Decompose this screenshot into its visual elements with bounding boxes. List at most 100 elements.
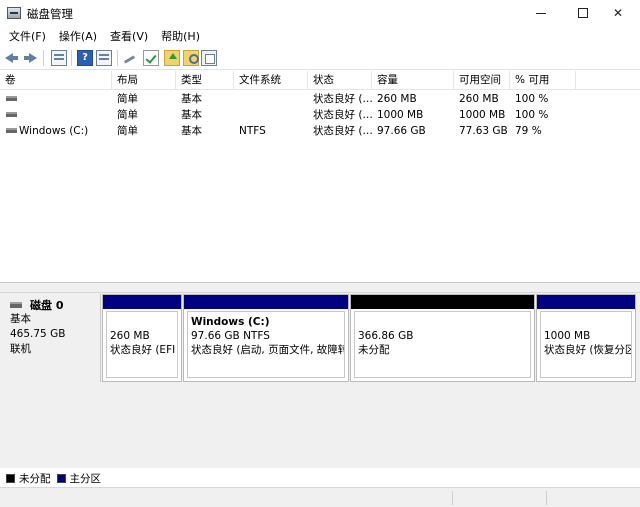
cell-volume (14, 107, 112, 123)
partition-size: 97.66 GB NTFS (191, 330, 270, 342)
column-volume[interactable]: 卷 (0, 71, 112, 90)
minimize-button[interactable] (518, 0, 564, 26)
cell-capacity: 260 MB (377, 93, 417, 105)
cell-percent-free: 100 % (515, 93, 549, 105)
title-bar: 磁盘管理 ✕ (0, 0, 640, 26)
menu-help[interactable]: 帮助(H) (161, 28, 200, 44)
status-separator (546, 491, 547, 505)
legend-swatch-primary (56, 473, 66, 483)
partition-status: 状态良好 (启动, 页面文件, 故障转 (191, 344, 344, 356)
cell-layout: 简单 (117, 125, 138, 137)
partition-size: 260 MB (110, 330, 150, 342)
disk-name: 磁盘 0 (30, 299, 64, 312)
table-row[interactable]: Windows (C:) 简单 基本 NTFS 状态良好 (… 97.66 GB… (0, 123, 640, 139)
partition-status: 未分配 (358, 344, 390, 356)
menu-bar: 文件(F) 操作(A) 查看(V) 帮助(H) (0, 26, 640, 46)
cell-percent-free: 79 % (515, 125, 542, 137)
help-icon[interactable]: ? (77, 50, 93, 66)
table-row[interactable]: 简单 基本 状态良好 (… 260 MB 260 MB 100 % (0, 91, 640, 107)
legend-label-primary: 主分区 (69, 472, 102, 485)
cell-capacity: 97.66 GB (377, 125, 426, 137)
partition-title (110, 315, 177, 329)
partition-efi[interactable]: 260 MB 状态良好 (EFI 系 (102, 294, 182, 382)
partition-title (358, 315, 530, 329)
column-type[interactable]: 类型 (176, 71, 234, 90)
disk-graphical-view: 磁盘 0 基本 465.75 GB 联机 260 MB 状态良好 (EFI 系 … (0, 293, 640, 468)
disk-type: 基本 (10, 313, 31, 325)
cell-layout: 简单 (117, 109, 138, 121)
menu-file[interactable]: 文件(F) (9, 28, 46, 44)
volume-list: 卷 布局 类型 文件系统 状态 容量 可用空间 % 可用 简单 基本 状态良好 … (0, 71, 640, 283)
column-percent-free[interactable]: % 可用 (510, 71, 576, 90)
cell-percent-free: 100 % (515, 109, 549, 121)
status-separator (452, 491, 453, 505)
partition-bar (537, 295, 635, 309)
partition-title (544, 315, 631, 329)
cell-type: 基本 (181, 125, 202, 137)
cell-capacity: 1000 MB (377, 109, 424, 121)
column-status[interactable]: 状态 (308, 71, 372, 90)
disk-management-icon (7, 7, 21, 19)
column-free-space[interactable]: 可用空间 (454, 71, 510, 90)
toolbar: ? (0, 46, 640, 70)
partition-status: 状态良好 (EFI 系 (110, 344, 177, 356)
toolbar-separator (43, 50, 44, 66)
table-row[interactable]: 简单 基本 状态良好 (… 1000 MB 1000 MB 100 % (0, 107, 640, 123)
menu-view[interactable]: 查看(V) (110, 28, 148, 44)
column-capacity[interactable]: 容量 (372, 71, 454, 90)
partition-status: 状态良好 (恢复分区 (544, 344, 631, 356)
cell-type: 基本 (181, 93, 202, 105)
cell-filesystem (234, 107, 308, 123)
cell-volume (14, 91, 112, 107)
minimize-icon (536, 12, 546, 14)
check-disk-icon[interactable] (143, 50, 159, 66)
column-layout[interactable]: 布局 (112, 71, 176, 90)
maximize-icon (578, 8, 588, 18)
cell-filesystem: NTFS (239, 125, 266, 137)
column-filesystem[interactable]: 文件系统 (234, 71, 308, 90)
legend-swatch-unallocated (6, 473, 15, 483)
partition-windows-c[interactable]: Windows (C:) 97.66 GB NTFS 状态良好 (启动, 页面文… (183, 294, 349, 382)
cell-free-space: 77.63 GB (459, 125, 508, 137)
properties-icon[interactable] (201, 50, 217, 66)
toolbar-separator (71, 50, 72, 66)
partition-bar (103, 295, 181, 309)
cell-free-space: 1000 MB (459, 109, 506, 121)
cell-layout: 简单 (117, 93, 138, 105)
menu-action[interactable]: 操作(A) (59, 28, 97, 44)
close-button[interactable]: ✕ (595, 0, 640, 26)
cell-volume: Windows (C:) (19, 125, 89, 137)
forward-arrow-icon[interactable] (22, 50, 38, 66)
partition-title: Windows (C:) (191, 316, 270, 328)
status-bar (0, 487, 640, 507)
partition-unallocated[interactable]: 366.86 GB 未分配 (350, 294, 535, 382)
folder-up-icon[interactable] (164, 50, 180, 66)
partition-size: 1000 MB (544, 330, 591, 342)
legend-label-unallocated: 未分配 (19, 472, 51, 485)
folder-search-icon[interactable] (183, 50, 199, 66)
list-header: 卷 布局 类型 文件系统 状态 容量 可用空间 % 可用 (0, 71, 640, 90)
disk-status: 联机 (10, 343, 31, 355)
cell-filesystem (234, 91, 308, 107)
legend: 未分配 主分区 (0, 469, 640, 487)
console-tree-icon[interactable] (51, 50, 67, 66)
cell-type: 基本 (181, 109, 202, 121)
cell-status: 状态良好 (… (313, 93, 372, 105)
connect-key-icon[interactable] (122, 50, 138, 66)
partition-size: 366.86 GB (358, 330, 414, 342)
disk-label[interactable]: 磁盘 0 基本 465.75 GB 联机 (4, 294, 101, 382)
window-title: 磁盘管理 (27, 7, 73, 21)
cell-status: 状态良好 (… (313, 109, 372, 121)
back-arrow-icon[interactable] (4, 50, 20, 66)
disk-size: 465.75 GB (10, 328, 66, 340)
partition-bar (184, 295, 348, 309)
view-icon[interactable] (96, 50, 112, 66)
partition-recovery[interactable]: 1000 MB 状态良好 (恢复分区 (536, 294, 636, 382)
partition-bar (351, 295, 534, 309)
toolbar-separator (117, 50, 118, 66)
disk-icon (10, 302, 22, 308)
cell-status: 状态良好 (… (313, 125, 372, 137)
cell-free-space: 260 MB (459, 93, 499, 105)
pane-splitter[interactable] (0, 283, 640, 293)
close-icon: ✕ (612, 6, 624, 20)
